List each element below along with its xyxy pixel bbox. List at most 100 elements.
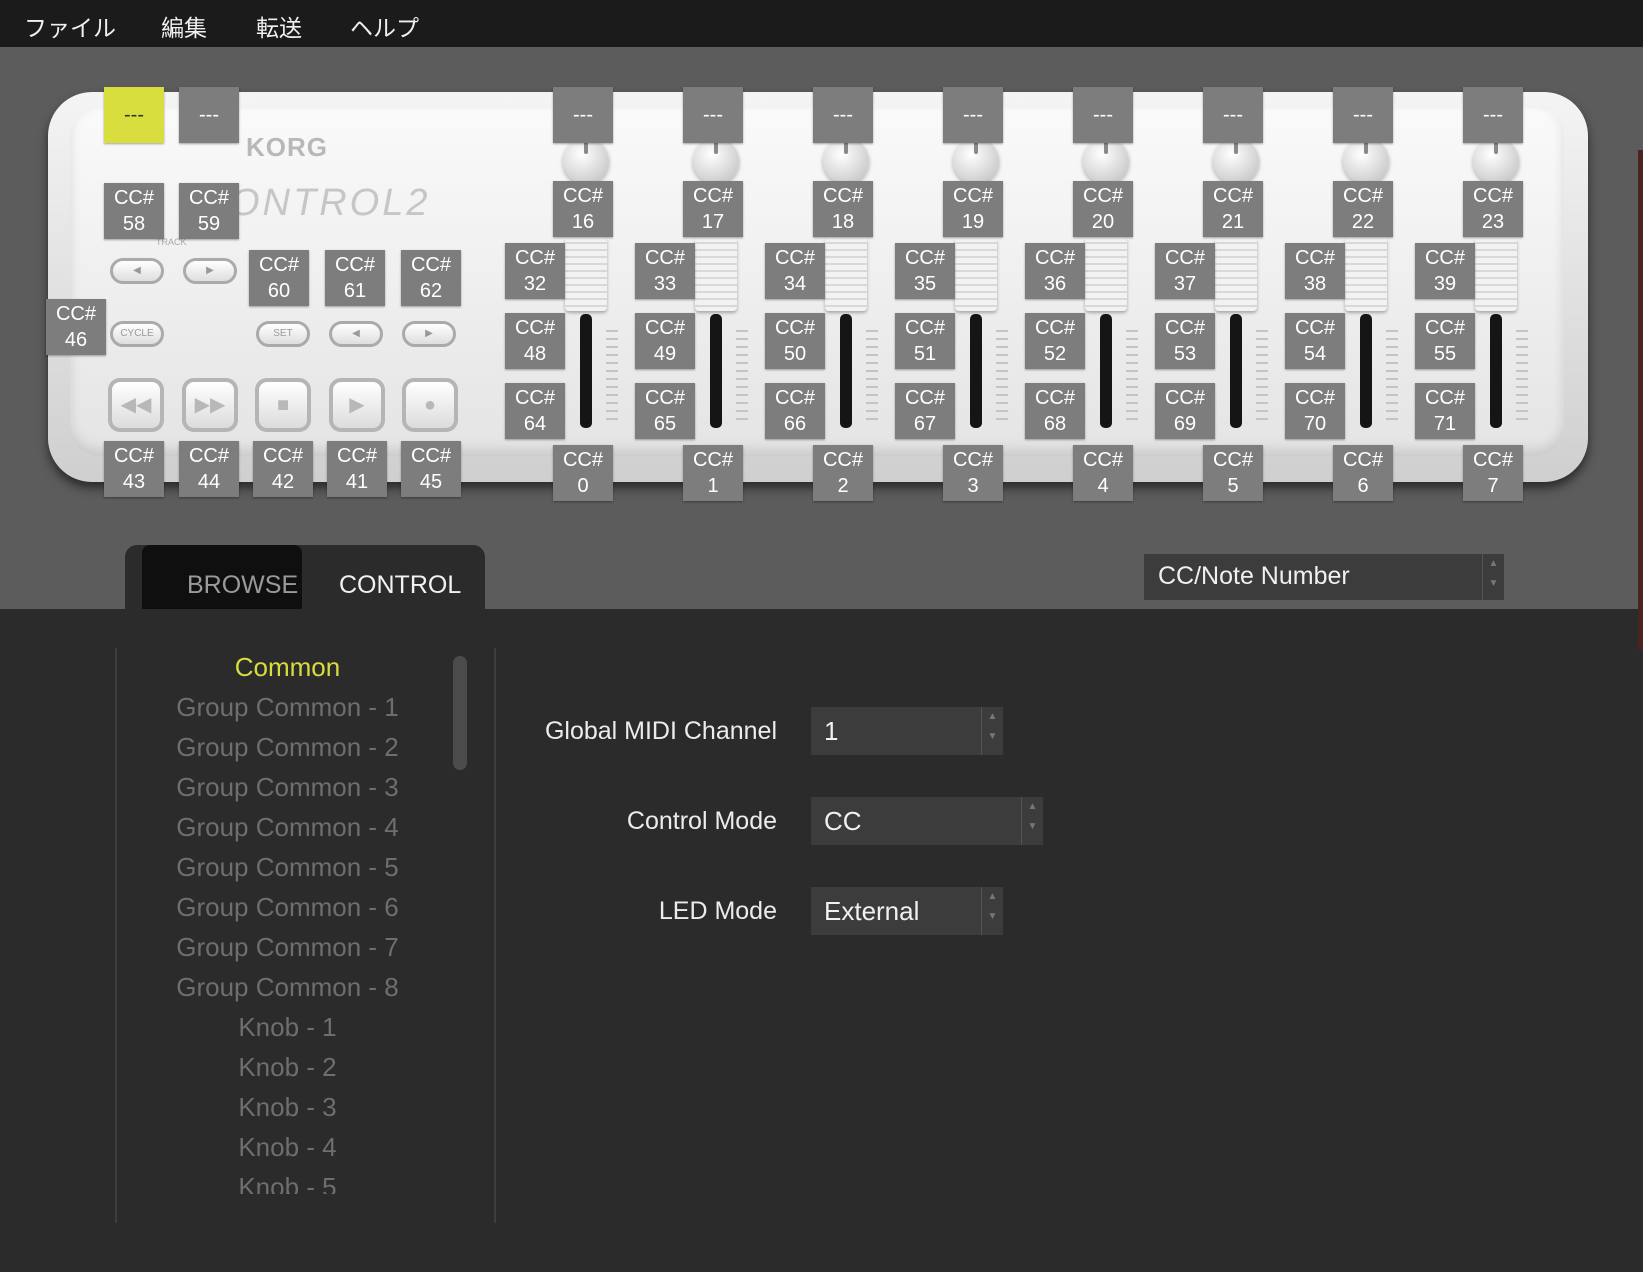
cc-label-knob-5[interactable]: CC# 20 — [1073, 181, 1133, 237]
menu-file[interactable]: ファイル — [24, 9, 116, 43]
list-item[interactable]: Group Common - 8 — [120, 972, 455, 1003]
list-item[interactable]: Knob - 2 — [120, 1052, 455, 1083]
knob-8[interactable] — [1473, 138, 1519, 184]
cc-label-rec-1[interactable]: CC# 64 — [505, 383, 565, 439]
list-item[interactable]: Knob - 4 — [120, 1132, 455, 1163]
cc-label-rec-5[interactable]: CC# 68 — [1025, 383, 1085, 439]
cc-label-fader-8[interactable]: CC# 7 — [1463, 445, 1523, 501]
spinner-arrows-icon[interactable]: ▲ ▼ — [1482, 554, 1504, 600]
channel-1-placeholder[interactable]: --- — [553, 87, 613, 143]
cc-label-fast-forward[interactable]: CC# 44 — [179, 441, 239, 497]
cc-label-mute-1[interactable]: CC# 48 — [505, 313, 565, 369]
cc-label-fader-1[interactable]: CC# 0 — [553, 445, 613, 501]
cc-label-rec-7[interactable]: CC# 70 — [1285, 383, 1345, 439]
tab-control[interactable]: CONTROL — [339, 571, 461, 600]
cc-label-rec-8[interactable]: CC# 71 — [1415, 383, 1475, 439]
marker-left-button[interactable]: ◀ — [329, 321, 383, 347]
cc-label-fader-3[interactable]: CC# 2 — [813, 445, 873, 501]
cc-label-fader-4[interactable]: CC# 3 — [943, 445, 1003, 501]
fader-4[interactable] — [955, 237, 997, 311]
cc-label-knob-8[interactable]: CC# 23 — [1463, 181, 1523, 237]
list-item[interactable]: Knob - 1 — [120, 1012, 455, 1043]
top-placeholder[interactable]: --- — [179, 87, 239, 143]
stop-button[interactable]: ■ — [255, 378, 311, 432]
knob-3[interactable] — [823, 138, 869, 184]
cc-label-fader-2[interactable]: CC# 1 — [683, 445, 743, 501]
cc-label-solo-1[interactable]: CC# 32 — [505, 243, 565, 299]
list-scrollbar[interactable] — [453, 656, 467, 770]
cc-label-fader-7[interactable]: CC# 6 — [1333, 445, 1393, 501]
cc-label-knob-2[interactable]: CC# 17 — [683, 181, 743, 237]
fader-8[interactable] — [1475, 237, 1517, 311]
cc-label-fader-6[interactable]: CC# 5 — [1203, 445, 1263, 501]
cc-label-solo-6[interactable]: CC# 37 — [1155, 243, 1215, 299]
fader-2[interactable] — [695, 237, 737, 311]
knob-1[interactable] — [563, 138, 609, 184]
cycle-button[interactable]: CYCLE — [110, 321, 164, 347]
cc-label-mute-7[interactable]: CC# 54 — [1285, 313, 1345, 369]
cc-label-solo-7[interactable]: CC# 38 — [1285, 243, 1345, 299]
knob-6[interactable] — [1213, 138, 1259, 184]
global-midi-channel-select[interactable]: 1 ▲ ▼ — [811, 707, 1003, 755]
channel-5-placeholder[interactable]: --- — [1073, 87, 1133, 143]
spinner-arrows-icon[interactable]: ▲ ▼ — [1021, 797, 1043, 845]
menu-edit[interactable]: 編集 — [161, 9, 207, 43]
fader-6[interactable] — [1215, 237, 1257, 311]
cc-label-marker-left[interactable]: CC# 61 — [325, 250, 385, 306]
tab-browse[interactable]: BROWSE — [142, 545, 302, 609]
knob-5[interactable] — [1083, 138, 1129, 184]
cc-label-marker-right[interactable]: CC# 62 — [401, 250, 461, 306]
knob-2[interactable] — [693, 138, 739, 184]
cc-label-rec-3[interactable]: CC# 66 — [765, 383, 825, 439]
cc-label-rewind[interactable]: CC# 43 — [104, 441, 164, 497]
cc-label-cycle[interactable]: CC# 46 — [46, 299, 106, 355]
knob-4[interactable] — [953, 138, 999, 184]
rewind-button[interactable]: ◀◀ — [108, 378, 164, 432]
spinner-arrows-icon[interactable]: ▲ ▼ — [981, 707, 1003, 755]
marker-set-button[interactable]: SET — [256, 321, 310, 347]
cc-label-rec-2[interactable]: CC# 65 — [635, 383, 695, 439]
cc-label-solo-4[interactable]: CC# 35 — [895, 243, 955, 299]
menu-help[interactable]: ヘルプ — [350, 9, 419, 43]
cc-label-solo-2[interactable]: CC# 33 — [635, 243, 695, 299]
cc-label-track-left[interactable]: CC# 58 — [104, 183, 164, 239]
cc-label-knob-3[interactable]: CC# 18 — [813, 181, 873, 237]
cc-label-solo-5[interactable]: CC# 36 — [1025, 243, 1085, 299]
cc-label-fader-5[interactable]: CC# 4 — [1073, 445, 1133, 501]
record-button[interactable]: ● — [402, 378, 458, 432]
cc-label-mute-8[interactable]: CC# 55 — [1415, 313, 1475, 369]
led-mode-select[interactable]: External ▲ ▼ — [811, 887, 1003, 935]
cc-label-rec-6[interactable]: CC# 69 — [1155, 383, 1215, 439]
cc-label-record[interactable]: CC# 45 — [401, 441, 461, 497]
fader-5[interactable] — [1085, 237, 1127, 311]
list-item[interactable]: Common — [120, 652, 455, 683]
cc-label-stop[interactable]: CC# 42 — [253, 441, 313, 497]
cc-label-solo-8[interactable]: CC# 39 — [1415, 243, 1475, 299]
cc-label-track-right[interactable]: CC# 59 — [179, 183, 239, 239]
track-left-button[interactable]: ◀ — [110, 258, 164, 284]
menu-transfer[interactable]: 転送 — [256, 9, 302, 43]
top-placeholder-selected[interactable]: --- — [104, 87, 164, 143]
channel-8-placeholder[interactable]: --- — [1463, 87, 1523, 143]
cc-label-knob-4[interactable]: CC# 19 — [943, 181, 1003, 237]
cc-label-knob-1[interactable]: CC# 16 — [553, 181, 613, 237]
knob-7[interactable] — [1343, 138, 1389, 184]
fader-3[interactable] — [825, 237, 867, 311]
cc-label-rec-4[interactable]: CC# 67 — [895, 383, 955, 439]
channel-3-placeholder[interactable]: --- — [813, 87, 873, 143]
fader-1[interactable] — [565, 237, 607, 311]
cc-label-knob-6[interactable]: CC# 21 — [1203, 181, 1263, 237]
cc-label-mute-4[interactable]: CC# 51 — [895, 313, 955, 369]
channel-6-placeholder[interactable]: --- — [1203, 87, 1263, 143]
play-button[interactable]: ▶ — [329, 378, 385, 432]
fast-forward-button[interactable]: ▶▶ — [182, 378, 238, 432]
channel-2-placeholder[interactable]: --- — [683, 87, 743, 143]
list-item[interactable]: Knob - 3 — [120, 1092, 455, 1123]
spinner-arrows-icon[interactable]: ▲ ▼ — [981, 887, 1003, 935]
list-item[interactable]: Group Common - 7 — [120, 932, 455, 963]
cc-label-play[interactable]: CC# 41 — [327, 441, 387, 497]
list-item[interactable]: Knob - 5 — [120, 1172, 455, 1194]
cc-label-mute-3[interactable]: CC# 50 — [765, 313, 825, 369]
control-mode-select[interactable]: CC ▲ ▼ — [811, 797, 1043, 845]
cc-label-knob-7[interactable]: CC# 22 — [1333, 181, 1393, 237]
